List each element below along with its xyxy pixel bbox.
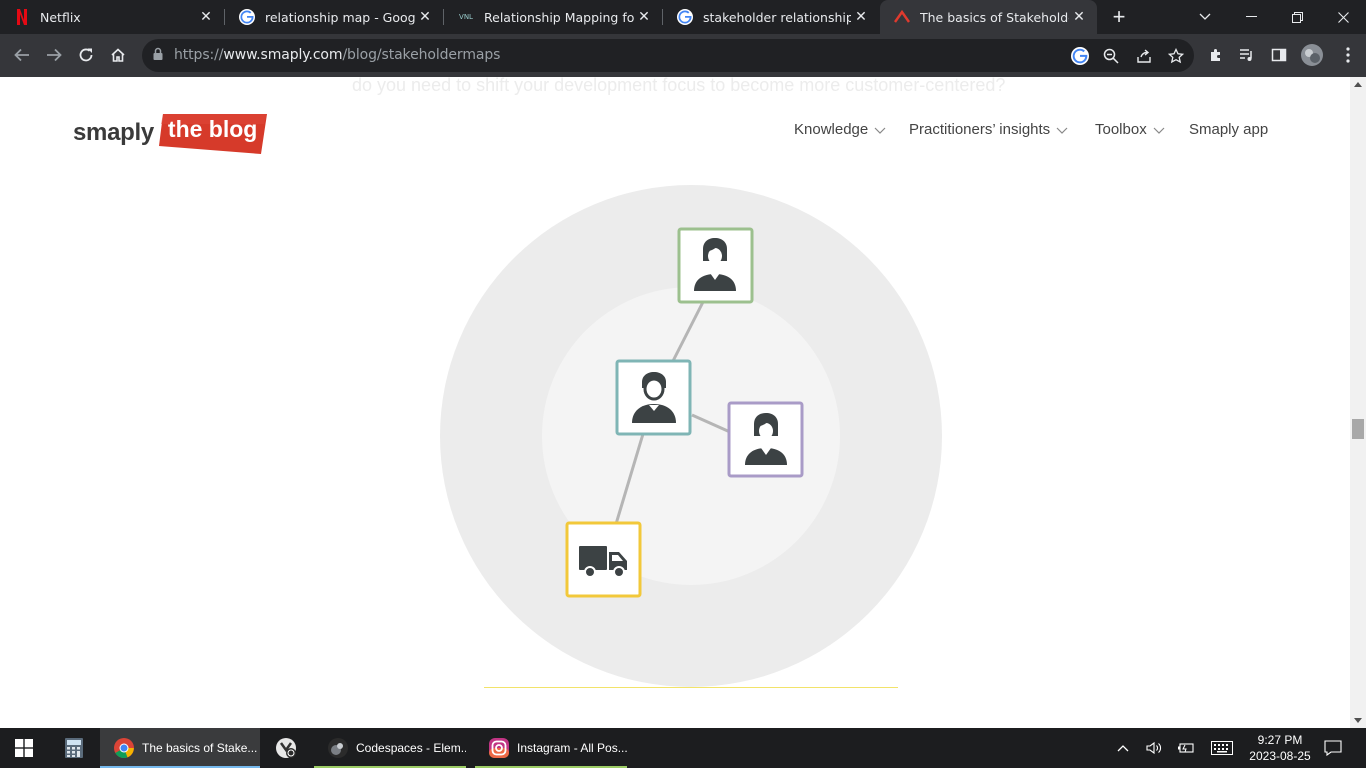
scrollbar-thumb[interactable]: [1352, 419, 1364, 439]
bookmark-star-icon[interactable]: [1165, 45, 1187, 67]
url-text: https://www.smaply.com/blog/stakeholderm…: [174, 47, 501, 63]
divider-line: [484, 687, 898, 688]
close-tab-icon[interactable]: ✕: [415, 7, 435, 27]
chrome-profile-icon: [326, 736, 350, 760]
start-button[interactable]: [0, 728, 48, 768]
google-lens-icon[interactable]: [1069, 45, 1091, 67]
windows-taskbar: The basics of Stake... Codespaces - Elem…: [0, 728, 1366, 768]
close-tab-icon[interactable]: ✕: [634, 7, 654, 27]
close-tab-icon[interactable]: ✕: [851, 7, 871, 27]
home-icon[interactable]: [104, 41, 132, 69]
taskbar-label: Codespaces - Elem...: [356, 741, 466, 755]
nav-label: Smaply app: [1189, 121, 1269, 138]
nav-label: Knowledge: [794, 121, 869, 138]
keyboard-icon[interactable]: [1206, 728, 1238, 768]
taskbar-codespaces[interactable]: Codespaces - Elem...: [314, 728, 466, 768]
reload-icon[interactable]: [72, 41, 100, 69]
tab-relationship-mapping[interactable]: VNL Relationship Mapping for Pul ✕: [444, 0, 662, 34]
instagram-icon: [487, 736, 511, 760]
logo-wordmark: smaply: [73, 119, 154, 146]
nav-label: Toolbox: [1095, 121, 1147, 138]
app-icon: [274, 736, 298, 760]
show-hidden-icons-chevron-icon[interactable]: [1112, 728, 1134, 768]
clock-time: 9:27 PM: [1257, 733, 1303, 747]
smaply-icon: [894, 9, 910, 25]
new-tab-button[interactable]: +: [1107, 4, 1131, 29]
clock-date: 2023-08-25: [1249, 749, 1311, 763]
forward-icon[interactable]: [40, 41, 68, 69]
share-icon[interactable]: [1133, 45, 1155, 67]
tab-title: Netflix: [40, 9, 81, 25]
tab-stakeholder-maps-active[interactable]: The basics of Stakeholder Ma ✕: [880, 0, 1097, 34]
back-icon[interactable]: [8, 41, 36, 69]
tab-title: relationship map - Google Se: [265, 9, 415, 25]
zoom-icon[interactable]: [1100, 45, 1122, 67]
vnl-icon: VNL: [459, 13, 473, 21]
page-scrollbar[interactable]: [1350, 77, 1366, 728]
browser-tab-strip: Netflix ✕ relationship map - Google Se ✕…: [0, 0, 1366, 34]
tab-search-icon[interactable]: [1182, 0, 1228, 34]
restore-icon[interactable]: [1274, 0, 1320, 34]
stakeholder-card-woman-outer[interactable]: [677, 227, 754, 304]
taskbar-chrome-stakeholder[interactable]: The basics of Stake...: [100, 728, 260, 768]
close-tab-icon[interactable]: ✕: [1069, 7, 1089, 27]
nav-toolbox[interactable]: Toolbox: [1095, 121, 1165, 138]
side-panel-icon[interactable]: [1265, 41, 1293, 69]
media-queue-icon[interactable]: [1233, 41, 1261, 69]
stakeholder-card-delivery-truck[interactable]: [565, 521, 642, 598]
nav-practitioners-insights[interactable]: Practitioners’ insights: [909, 121, 1068, 138]
tab-title: stakeholder relationship map: [703, 9, 851, 25]
netflix-icon: [14, 9, 30, 25]
google-icon: [239, 9, 255, 25]
extensions-icon[interactable]: [1202, 41, 1230, 69]
taskbar-calculator[interactable]: [50, 728, 98, 768]
battery-icon[interactable]: [1174, 728, 1198, 768]
calculator-icon: [62, 736, 86, 760]
taskbar-label: The basics of Stake...: [142, 741, 258, 755]
web-page: do you need to shift your development fo…: [0, 77, 1350, 728]
scroll-up-arrow-icon[interactable]: [1354, 82, 1362, 87]
profile-avatar[interactable]: [1298, 41, 1326, 69]
nav-smaply-app[interactable]: Smaply app: [1189, 121, 1268, 138]
stakeholder-map-illustration: [440, 185, 942, 687]
minimize-icon[interactable]: [1228, 0, 1274, 34]
chrome-menu-icon[interactable]: [1334, 41, 1362, 69]
stakeholder-card-woman-right[interactable]: [727, 401, 804, 478]
chevron-down-icon: [1153, 127, 1165, 134]
nav-knowledge[interactable]: Knowledge: [794, 121, 886, 138]
tab-title: The basics of Stakeholder Ma: [920, 9, 1069, 25]
close-window-icon[interactable]: [1320, 0, 1366, 34]
windows-logo-icon: [15, 739, 33, 757]
smaply-logo[interactable]: smaply the blog: [73, 112, 273, 154]
stakeholder-card-man-center[interactable]: [615, 359, 692, 436]
taskbar-app[interactable]: [262, 728, 312, 768]
google-icon: [677, 9, 693, 25]
taskbar-instagram[interactable]: Instagram - All Pos...: [475, 728, 627, 768]
tab-title: Relationship Mapping for Pul: [484, 9, 634, 25]
tab-stakeholder-relationship-map[interactable]: stakeholder relationship map ✕: [663, 0, 879, 34]
close-tab-icon[interactable]: ✕: [196, 7, 216, 27]
address-bar[interactable]: https://www.smaply.com/blog/stakeholderm…: [142, 39, 1194, 72]
system-clock[interactable]: 9:27 PM 2023-08-25: [1240, 732, 1320, 764]
tab-netflix[interactable]: Netflix ✕: [0, 0, 224, 34]
chevron-down-icon: [874, 127, 886, 134]
tab-relationship-map-google[interactable]: relationship map - Google Se ✕: [225, 0, 443, 34]
nav-label: Practitioners’ insights: [909, 121, 1051, 138]
blog-badge: the blog: [158, 112, 273, 154]
scroll-down-arrow-icon[interactable]: [1354, 718, 1362, 723]
chevron-down-icon: [1056, 127, 1068, 134]
chrome-icon: [112, 736, 136, 760]
notifications-icon[interactable]: [1320, 728, 1346, 768]
lock-icon[interactable]: [152, 47, 164, 66]
taskbar-label: Instagram - All Pos...: [517, 741, 627, 755]
faded-body-text: do you need to shift your development fo…: [352, 77, 1006, 95]
browser-toolbar: https://www.smaply.com/blog/stakeholderm…: [0, 34, 1366, 77]
blog-badge-text: the blog: [167, 116, 258, 142]
volume-icon[interactable]: [1142, 728, 1166, 768]
